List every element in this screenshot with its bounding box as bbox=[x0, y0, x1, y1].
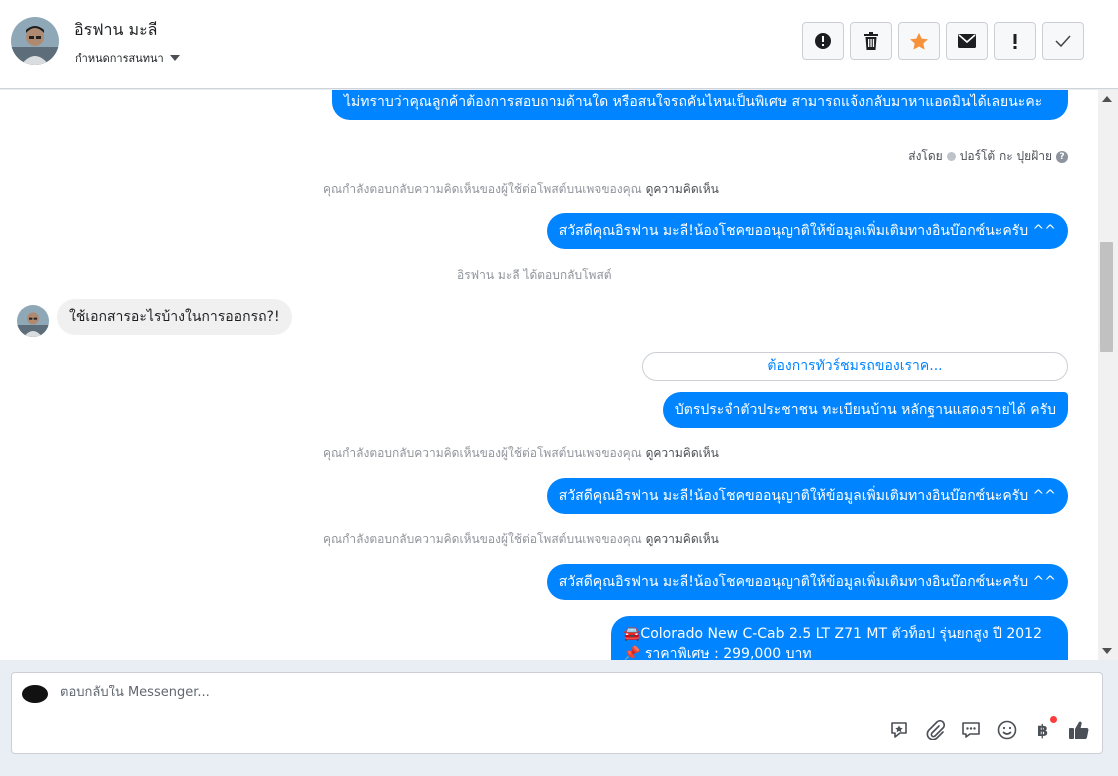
thumbs-up-icon bbox=[1069, 721, 1089, 739]
status-dot-icon bbox=[946, 152, 956, 161]
check-icon bbox=[1055, 35, 1071, 47]
reply-composer: ฿ bbox=[11, 672, 1103, 754]
comment-notice: คุณกำลังตอบกลับความคิดเห็นของผู้ใช้ต่อโพ… bbox=[323, 180, 719, 199]
payment-button[interactable]: ฿ bbox=[1032, 716, 1057, 741]
baht-icon: ฿ bbox=[1037, 721, 1048, 740]
delete-button[interactable] bbox=[850, 22, 892, 60]
conversation-header: อิรฟาน มะลี กำหนดการสนทนา bbox=[0, 0, 1118, 89]
attachment-icon bbox=[926, 720, 945, 740]
saved-replies-icon bbox=[962, 722, 980, 738]
view-comment-link[interactable]: ดูความคิดเห็น bbox=[646, 182, 719, 196]
alert-icon bbox=[815, 33, 831, 49]
caret-down-icon bbox=[169, 55, 180, 61]
scroll-up-icon[interactable] bbox=[1102, 96, 1112, 102]
assign-label: กำหนดการสนทนา bbox=[75, 52, 164, 65]
message-thread: ไม่ทราบว่าคุณลูกค้าต้องการสอบถามด้านใด ห… bbox=[0, 90, 1098, 660]
saved-replies-button[interactable] bbox=[960, 719, 982, 741]
user-name[interactable]: อิรฟาน มะลี bbox=[74, 18, 157, 43]
emoji-button[interactable] bbox=[996, 719, 1018, 741]
user-replied-notice: อิรฟาน มะลี ได้ตอบกลับโพสต์ bbox=[457, 268, 612, 282]
user-avatar-small bbox=[17, 305, 49, 337]
message-outgoing: สวัสดีคุณอิรฟาน มะลี!น้องโชคขออนุญาติให้… bbox=[546, 564, 1068, 600]
exclamation-icon bbox=[1013, 34, 1017, 49]
star-button[interactable] bbox=[898, 22, 940, 60]
page-logo-icon bbox=[22, 685, 48, 703]
comment-notice-text: คุณกำลังตอบกลับความคิดเห็นของผู้ใช้ต่อโพ… bbox=[323, 182, 642, 196]
comment-notice: คุณกำลังตอบกลับความคิดเห็นของผู้ใช้ต่อโพ… bbox=[323, 530, 719, 549]
emoji-icon bbox=[997, 720, 1017, 740]
header-actions bbox=[802, 22, 1084, 60]
like-button[interactable] bbox=[1068, 719, 1090, 741]
message-outgoing: บัตรประจำตัวประชาชน ทะเบียนบ้าน หลักฐานแ… bbox=[662, 392, 1068, 428]
sticker-button[interactable] bbox=[888, 719, 910, 741]
comment-notice: คุณกำลังตอบกลับความคิดเห็นของผู้ใช้ต่อโพ… bbox=[323, 444, 719, 463]
follow-up-button[interactable] bbox=[994, 22, 1036, 60]
comment-notice-text: คุณกำลังตอบกลับความคิดเห็นของผู้ใช้ต่อโพ… bbox=[323, 446, 642, 460]
scroll-thumb[interactable] bbox=[1100, 242, 1113, 352]
reply-input[interactable] bbox=[60, 685, 860, 700]
comment-notice-text: คุณกำลังตอบกลับความคิดเห็นของผู้ใช้ต่อโพ… bbox=[323, 532, 642, 546]
quick-reply-button[interactable]: ต้องการทัวร์ชมรถของเราค... bbox=[642, 352, 1068, 381]
view-comment-link[interactable]: ดูความคิดเห็น bbox=[646, 532, 719, 546]
listing-line-2: 📌 ราคาพิเศษ : 299,000 บาท bbox=[623, 646, 812, 660]
sent-by: ส่งโดย ปอร์โต้ กะ ปุยฝ้าย ? bbox=[908, 147, 1068, 166]
message-outgoing: สวัสดีคุณอิรฟาน มะลี!น้องโชคขออนุญาติให้… bbox=[546, 478, 1068, 514]
envelope-icon bbox=[958, 34, 976, 48]
star-icon bbox=[910, 32, 928, 50]
message-outgoing: สวัสดีคุณอิรฟาน มะลี!น้องโชคขออนุญาติให้… bbox=[546, 213, 1068, 249]
scroll-down-icon[interactable] bbox=[1102, 648, 1112, 654]
report-spam-button[interactable] bbox=[802, 22, 844, 60]
sent-by-prefix: ส่งโดย bbox=[908, 149, 943, 163]
help-icon[interactable]: ? bbox=[1056, 150, 1068, 163]
sent-by-name: ปอร์โต้ กะ ปุยฝ้าย bbox=[959, 149, 1052, 163]
message-outgoing: ไม่ทราบว่าคุณลูกค้าต้องการสอบถามด้านใด ห… bbox=[332, 90, 1068, 120]
trash-icon bbox=[864, 32, 878, 50]
mark-unread-button[interactable] bbox=[946, 22, 988, 60]
thread-scrollbar[interactable] bbox=[1098, 90, 1118, 660]
mark-done-button[interactable] bbox=[1042, 22, 1084, 60]
view-comment-link[interactable]: ดูความคิดเห็น bbox=[646, 446, 719, 460]
assign-conversation-dropdown[interactable]: กำหนดการสนทนา bbox=[75, 49, 180, 67]
svg-text:฿: ฿ bbox=[1037, 721, 1048, 740]
message-outgoing-listing: 🚘Colorado New C-Cab 2.5 LT Z71 MT ตัวท็อ… bbox=[611, 616, 1068, 660]
notification-dot bbox=[1050, 716, 1057, 723]
sticker-icon bbox=[891, 722, 907, 738]
user-avatar[interactable] bbox=[11, 17, 59, 65]
attachment-button[interactable] bbox=[924, 719, 946, 741]
composer-tools: ฿ bbox=[888, 716, 1090, 741]
message-incoming: ใช้เอกสารอะไรบ้างในการออกรถ?! bbox=[57, 299, 292, 335]
listing-line-1: 🚘Colorado New C-Cab 2.5 LT Z71 MT ตัวท็อ… bbox=[623, 626, 1042, 642]
